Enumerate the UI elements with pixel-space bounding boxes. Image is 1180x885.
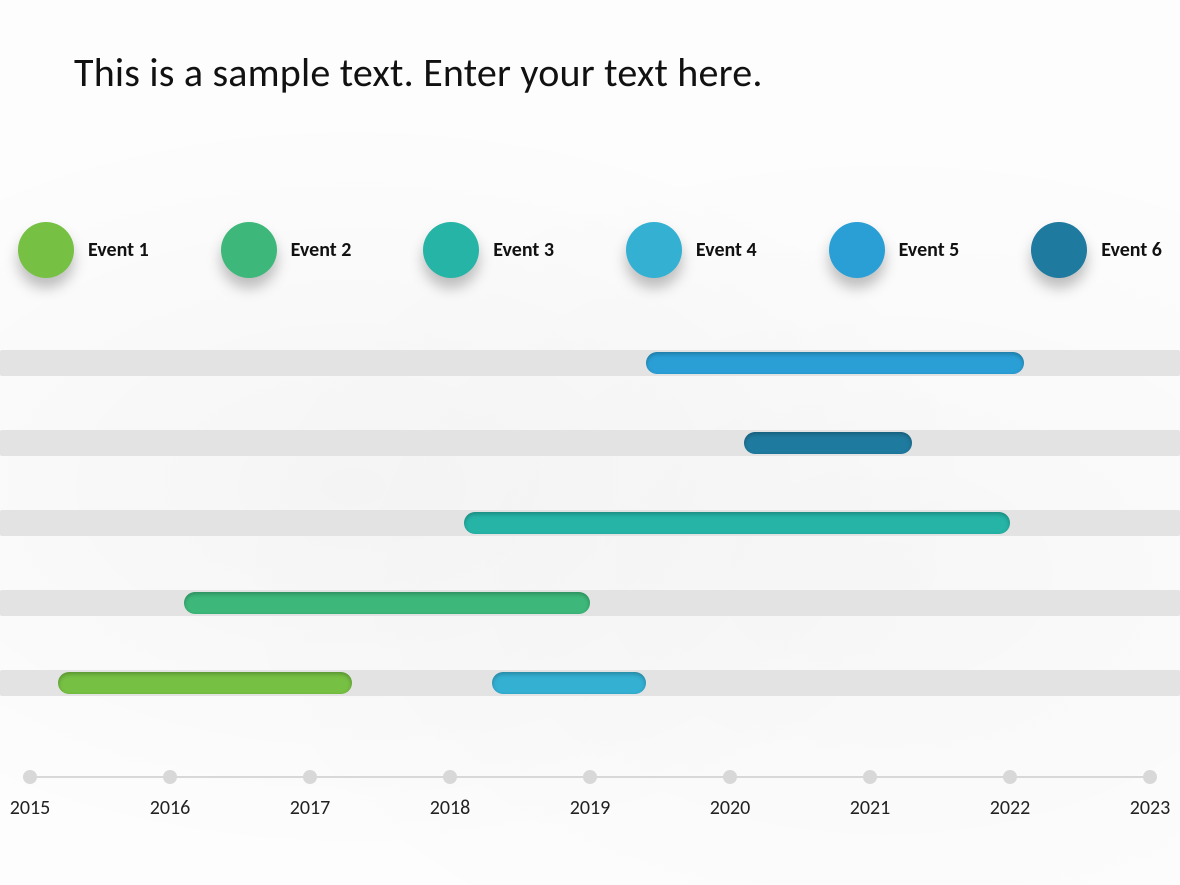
legend-label: Event 4 bbox=[696, 238, 757, 262]
gantt-bar bbox=[744, 432, 912, 454]
gantt-bar bbox=[58, 672, 352, 694]
axis-tick-icon bbox=[863, 770, 877, 784]
gantt-track bbox=[0, 670, 1180, 696]
legend-dot-icon bbox=[18, 222, 74, 278]
axis-tick-label: 2022 bbox=[990, 796, 1031, 820]
axis-tick-icon bbox=[163, 770, 177, 784]
axis-tick-icon bbox=[1003, 770, 1017, 784]
legend-dot-icon bbox=[829, 222, 885, 278]
legend-label: Event 2 bbox=[291, 238, 352, 262]
legend-item: Event 4 bbox=[626, 222, 757, 278]
legend-dot-icon bbox=[1031, 222, 1087, 278]
legend-row: Event 1 Event 2 Event 3 Event 4 Event 5 Event… bbox=[18, 222, 1162, 278]
axis-tick-label: 2023 bbox=[1130, 796, 1171, 820]
axis-tick-label: 2020 bbox=[710, 796, 751, 820]
legend-dot-icon bbox=[626, 222, 682, 278]
gantt-track bbox=[0, 590, 1180, 616]
axis-tick-icon bbox=[303, 770, 317, 784]
axis-tick-label: 2017 bbox=[290, 796, 331, 820]
legend-item: Event 6 bbox=[1031, 222, 1162, 278]
legend-item: Event 3 bbox=[423, 222, 554, 278]
axis-tick-icon bbox=[583, 770, 597, 784]
gantt-track bbox=[0, 350, 1180, 376]
gantt-track bbox=[0, 430, 1180, 456]
slide: This is a sample text. Enter your text h… bbox=[0, 0, 1180, 885]
axis-tick-label: 2016 bbox=[150, 796, 191, 820]
gantt-bar bbox=[646, 352, 1024, 374]
axis-tick-label: 2015 bbox=[10, 796, 51, 820]
gantt-track bbox=[0, 510, 1180, 536]
legend-label: Event 1 bbox=[88, 238, 149, 262]
legend-label: Event 6 bbox=[1101, 238, 1162, 262]
axis-tick-icon bbox=[443, 770, 457, 784]
legend-item: Event 5 bbox=[829, 222, 960, 278]
legend-item: Event 1 bbox=[18, 222, 149, 278]
legend-label: Event 5 bbox=[899, 238, 960, 262]
axis-tick-icon bbox=[1143, 770, 1157, 784]
gantt-bar bbox=[492, 672, 646, 694]
legend-dot-icon bbox=[221, 222, 277, 278]
axis-tick-icon bbox=[23, 770, 37, 784]
slide-title: This is a sample text. Enter your text h… bbox=[74, 48, 763, 97]
legend-label: Event 3 bbox=[493, 238, 554, 262]
axis-tick-label: 2021 bbox=[850, 796, 891, 820]
legend-dot-icon bbox=[423, 222, 479, 278]
gantt-bar bbox=[184, 592, 590, 614]
legend-item: Event 2 bbox=[221, 222, 352, 278]
axis-tick-label: 2019 bbox=[570, 796, 611, 820]
gantt-bar bbox=[464, 512, 1010, 534]
axis-tick-icon bbox=[723, 770, 737, 784]
gantt-tracks bbox=[0, 350, 1180, 696]
axis-tick-label: 2018 bbox=[430, 796, 471, 820]
